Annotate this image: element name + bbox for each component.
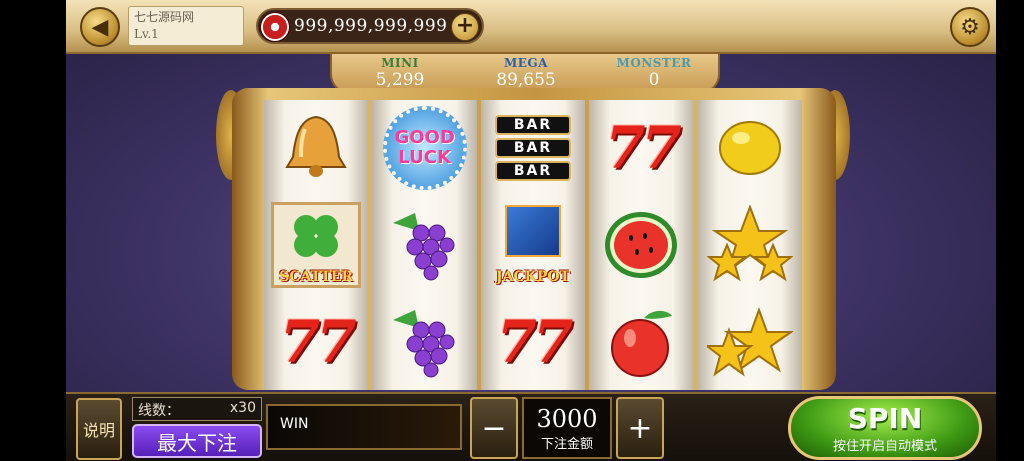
seven-symbol: 77	[487, 298, 579, 386]
reel-2: GOOD LUCK	[372, 100, 477, 390]
grapes-icon	[379, 201, 471, 289]
spin-label: SPIN	[847, 402, 923, 435]
reel-3: BAR BAR BAR JACKPOT 77	[480, 100, 586, 390]
grapes-icon	[379, 298, 471, 386]
balance-value: 999,999,999,999	[294, 16, 448, 36]
gear-icon[interactable]: ⚙	[950, 7, 990, 47]
add-coins-button[interactable]: +	[451, 13, 479, 41]
good-luck-line-1: GOOD	[394, 127, 455, 149]
bar-stack: BAR BAR BAR	[495, 115, 572, 182]
letterbox-left	[0, 0, 66, 461]
bet-label: 下注金额	[540, 437, 593, 452]
bottom-control-bar: 说明 线数： x30 最大下注 WIN − 3000 下注金额 + SPIN 按…	[66, 392, 996, 461]
lemon-icon	[704, 104, 796, 192]
seven-symbol: 77	[270, 298, 362, 386]
bet-value: 3000	[536, 405, 598, 433]
jackpot-mega-value: 89,655	[496, 70, 556, 90]
bar-symbol: BAR BAR BAR	[487, 104, 579, 192]
decrease-bet-button[interactable]: −	[470, 397, 518, 459]
stars-icon	[704, 201, 796, 289]
seven-symbol: 77	[595, 104, 687, 192]
jackpot-symbol: JACKPOT	[487, 201, 579, 289]
reel-area: SCATTER 77 GOOD LUCK BAR BAR BAR JACKPOT…	[264, 100, 803, 390]
spin-button[interactable]: SPIN 按住开启自动模式	[788, 396, 982, 460]
jackpot-mega: MEGA 89,655	[476, 56, 576, 90]
scatter-caption: SCATTER	[279, 268, 354, 285]
lines-value: x30	[229, 400, 256, 416]
jackpot-monster-label: MONSTER	[616, 56, 692, 70]
good-luck-line-2: LUCK	[398, 147, 451, 169]
account-name: 七七源码网	[134, 10, 195, 24]
lines-label: 线数：	[138, 403, 180, 419]
bar-label: BAR	[495, 115, 572, 136]
jackpot-mini-value: 5,299	[375, 70, 425, 90]
bar-label: BAR	[495, 138, 572, 159]
max-bet-button[interactable]: 最大下注	[132, 424, 262, 458]
help-button[interactable]: 说明	[76, 398, 122, 460]
jackpot-monster-value: 0	[648, 70, 660, 90]
scatter-symbol: SCATTER	[270, 201, 362, 289]
account-panel: 七七源码网 Lv.1	[128, 6, 244, 46]
reel-1: SCATTER 77	[264, 100, 369, 390]
good-luck-badge: GOOD LUCK	[382, 106, 467, 191]
jackpot-monster: MONSTER 0	[604, 56, 704, 90]
apple-icon	[595, 298, 687, 386]
jackpot-mini: MINI 5,299	[350, 56, 450, 90]
bar-label: BAR	[495, 161, 572, 182]
good-luck-symbol: GOOD LUCK	[379, 104, 471, 192]
slot-machine-screen: ◀ 七七源码网 Lv.1 999,999,999,999 + ⚙ MINI 5,…	[0, 0, 1024, 461]
chip-icon	[260, 12, 290, 42]
reel-4: 77	[589, 100, 694, 390]
seven-text: 77	[605, 114, 682, 183]
lines-display: 线数： x30	[132, 397, 262, 421]
letterbox-right	[996, 0, 1024, 461]
increase-bet-button[interactable]: +	[616, 397, 664, 459]
win-label: WIN	[280, 416, 309, 432]
jackpot-caption: JACKPOT	[496, 268, 570, 285]
stars-icon	[704, 298, 796, 386]
jackpot-mega-label: MEGA	[504, 56, 548, 70]
watermelon-icon	[595, 201, 687, 289]
bell-icon	[270, 104, 362, 192]
win-display: WIN	[266, 404, 462, 450]
bet-amount-display: 3000 下注金额	[522, 397, 612, 459]
seven-text: 77	[496, 307, 574, 376]
seven-text: 77	[279, 307, 357, 376]
gift-box-icon	[505, 204, 562, 257]
back-arrow-icon[interactable]: ◀	[80, 7, 120, 47]
balance-display: 999,999,999,999 +	[256, 8, 484, 44]
top-bar: ◀ 七七源码网 Lv.1 999,999,999,999 + ⚙	[66, 0, 996, 54]
account-level: Lv.1	[134, 27, 159, 41]
spin-hint: 按住开启自动模式	[832, 439, 937, 454]
reel-5	[697, 100, 803, 390]
jackpot-mini-label: MINI	[381, 56, 419, 70]
